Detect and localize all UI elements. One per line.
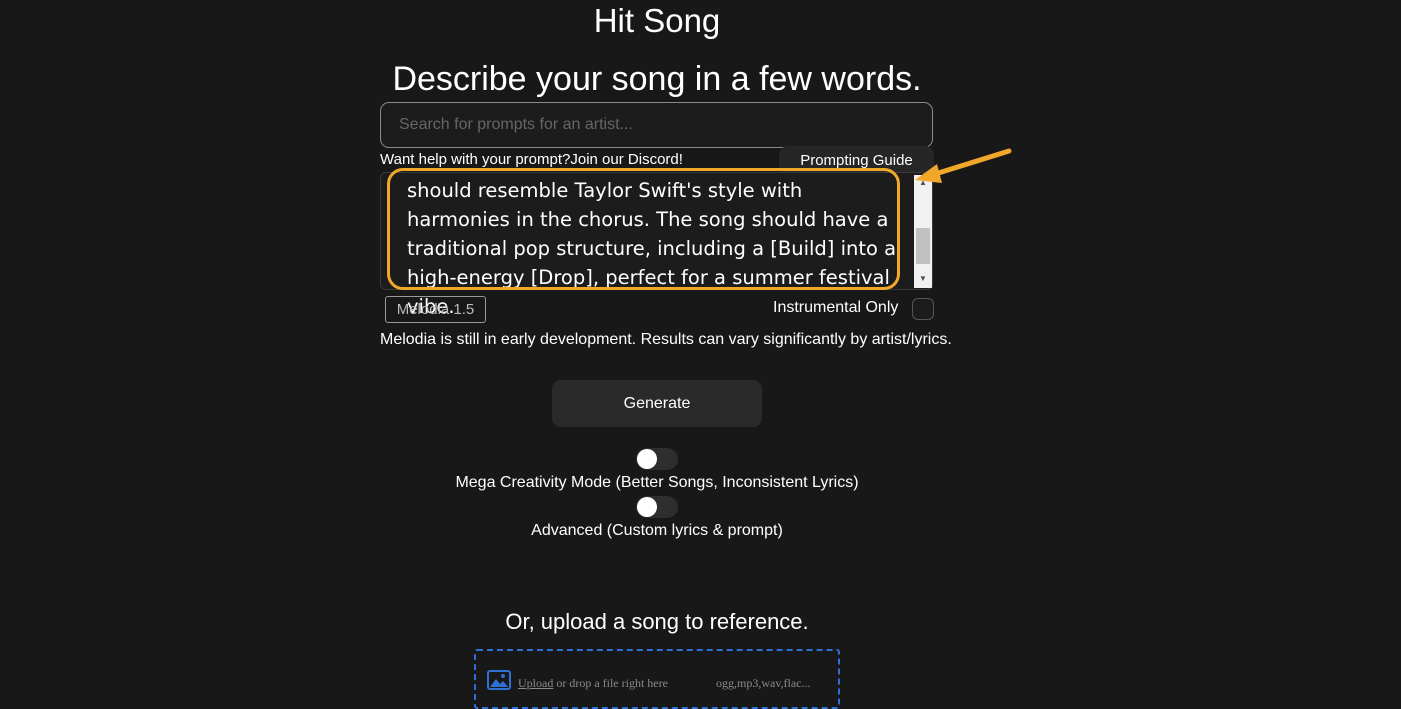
toggle-knob xyxy=(637,497,657,517)
upload-heading: Or, upload a song to reference. xyxy=(505,609,809,634)
model-version-badge[interactable]: Melodia 1.5 xyxy=(385,296,486,323)
artist-prompt-search[interactable] xyxy=(380,102,933,148)
advanced-label: Advanced (Custom lyrics & prompt) xyxy=(531,522,783,539)
generate-button[interactable]: Generate xyxy=(552,380,762,427)
mega-creativity-toggle[interactable] xyxy=(636,448,678,470)
instrumental-label: Instrumental Only xyxy=(773,299,899,316)
arrow-icon xyxy=(915,148,1012,183)
toggle-knob xyxy=(637,449,657,469)
scroll-down-icon[interactable]: ▼ xyxy=(914,273,932,285)
prompt-help-row: Want help with your prompt?Join our Disc… xyxy=(380,151,683,168)
development-disclaimer: Melodia is still in early development. R… xyxy=(380,331,952,348)
advanced-toggle[interactable] xyxy=(636,496,678,518)
page-heading: Describe your song in a few words. xyxy=(392,60,922,98)
discord-link[interactable]: Join our Discord! xyxy=(570,151,683,168)
instrumental-checkbox[interactable] xyxy=(912,298,934,320)
drop-text: or drop a file right here xyxy=(556,676,668,690)
search-input[interactable] xyxy=(399,116,932,134)
prompt-scroll-thumb[interactable] xyxy=(916,228,930,264)
help-question: Want help with your prompt? xyxy=(380,151,571,168)
mega-creativity-label: Mega Creativity Mode (Better Songs, Inco… xyxy=(455,474,859,491)
app-title: Hit Song xyxy=(593,2,721,39)
image-upload-icon xyxy=(487,670,511,690)
upload-link[interactable]: Upload xyxy=(518,676,553,690)
